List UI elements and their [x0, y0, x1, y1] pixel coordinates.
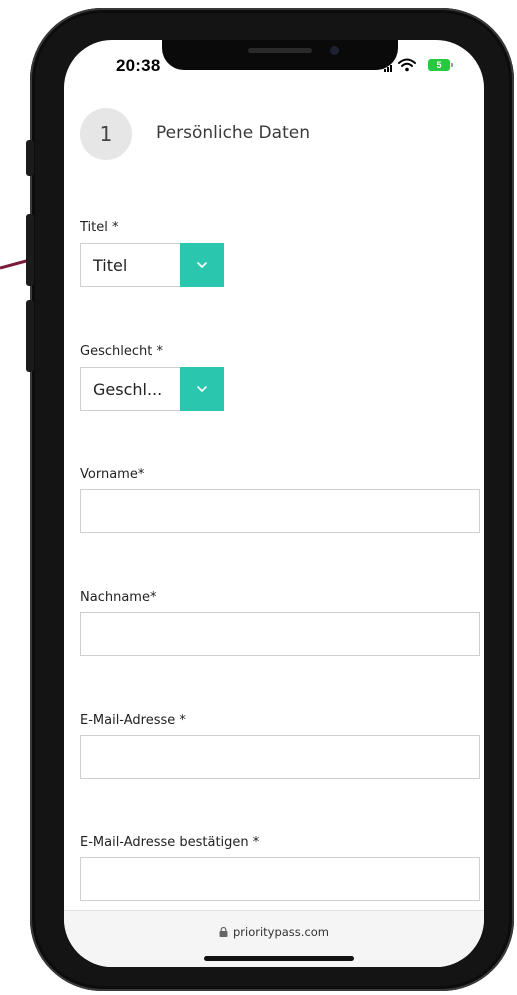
- notch: [162, 40, 398, 70]
- title-select[interactable]: Titel: [80, 243, 224, 287]
- last-name-label: Nachname*: [80, 590, 157, 605]
- url-text: prioritypass.com: [232, 925, 330, 939]
- gender-label: Geschlecht *: [80, 344, 163, 359]
- battery-cap: [451, 63, 453, 67]
- email-confirm-label: E-Mail-Adresse bestätigen *: [80, 835, 260, 850]
- chevron-down-icon: [197, 262, 207, 268]
- first-name-label: Vorname*: [80, 467, 145, 482]
- stage: 20:38 5 1 Persönliche Daten Titel * Tite…: [0, 0, 517, 995]
- first-name-input[interactable]: [80, 489, 480, 533]
- title-select-value: Titel: [93, 256, 128, 275]
- wifi-icon: [398, 58, 416, 72]
- email-label: E-Mail-Adresse *: [80, 713, 186, 728]
- front-camera: [330, 46, 339, 55]
- url-display[interactable]: prioritypass.com: [64, 925, 484, 939]
- gender-select[interactable]: Geschl...: [80, 367, 224, 411]
- status-time: 20:38: [116, 56, 161, 75]
- lock-icon: [219, 927, 228, 937]
- email-confirm-input[interactable]: [80, 857, 480, 901]
- volume-down-button: [26, 300, 34, 372]
- home-indicator[interactable]: [204, 956, 354, 961]
- last-name-input[interactable]: [80, 612, 480, 656]
- signal-icon: [384, 65, 392, 72]
- gender-select-value: Geschl...: [93, 380, 163, 399]
- browser-address-bar: prioritypass.com: [64, 910, 484, 967]
- battery-icon: 5: [428, 59, 450, 71]
- step-number: 1: [80, 108, 132, 160]
- phone-screen: 20:38 5 1 Persönliche Daten Titel * Tite…: [64, 40, 484, 967]
- step-title: Persönliche Daten: [156, 123, 310, 143]
- silent-switch: [26, 140, 34, 176]
- gender-dropdown-button[interactable]: [180, 367, 224, 411]
- title-dropdown-button[interactable]: [180, 243, 224, 287]
- volume-up-button: [26, 214, 34, 286]
- speaker-grille: [248, 48, 312, 53]
- chevron-down-icon: [197, 386, 207, 392]
- email-input[interactable]: [80, 735, 480, 779]
- title-label: Titel *: [80, 220, 119, 235]
